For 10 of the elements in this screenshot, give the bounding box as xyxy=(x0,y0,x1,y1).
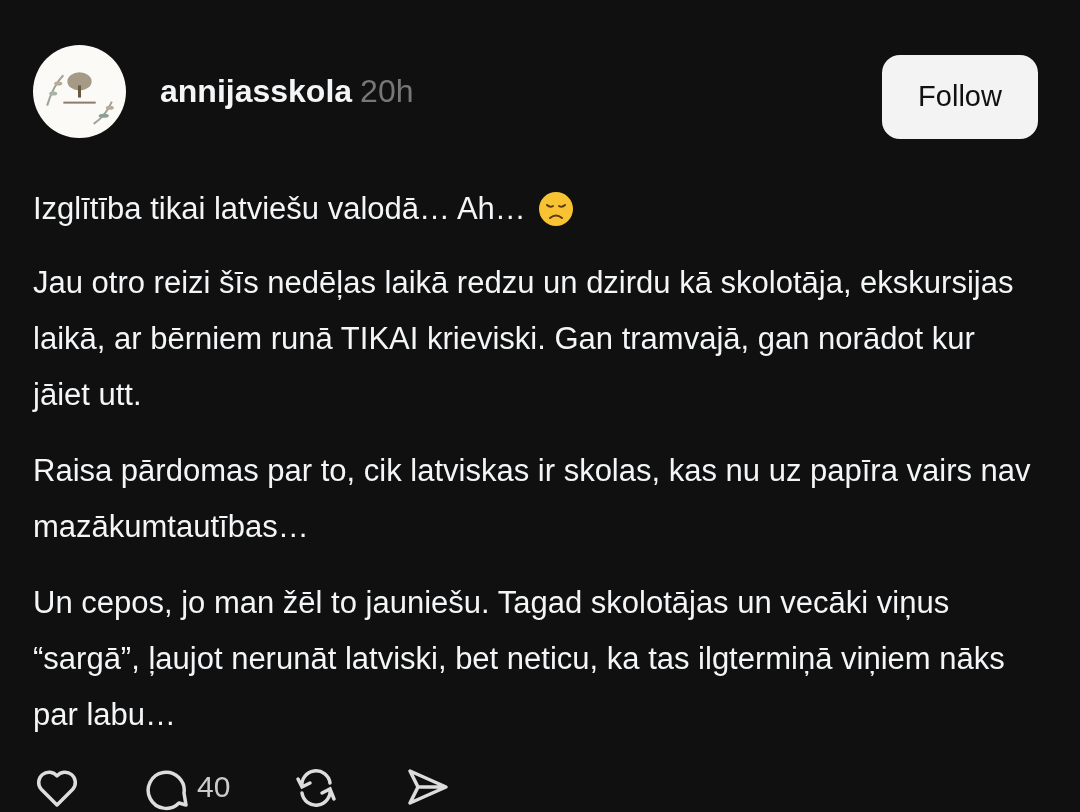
avatar-logo[interactable] xyxy=(33,45,126,138)
post-text: Raisa pārdomas par to, cik latviskas ir skolas, kas nu uz papīra vairs nav mazākumtautības… xyxy=(33,452,1032,546)
post-text: Un cepos, jo man žēl to jauniešu. Tagad skolotājas un vecāki viņus “sargā”, ļaujot nerunāt latviski, bet neticu, ka tas ilgtermiņā viņiem nāks par labu… xyxy=(33,584,1006,734)
follow-button[interactable]: Follow xyxy=(882,54,1038,139)
post-text: Jau otro reizi šīs nedēļas laikā redzu un dzirdu kā skolotāja, ekskursijas laikā, ar bērniem runā TIKAI krieviski. Gan tramvajā, gan norādot kur jāiet utt. xyxy=(33,264,1015,414)
reply-count: 40 xyxy=(197,770,231,804)
username[interactable]: annijasskola xyxy=(160,73,353,110)
sad-face-emoji-icon xyxy=(537,191,574,227)
post-text: Izglītība tikai latviešu valodā… Ah… xyxy=(33,190,526,228)
post-time: 20h xyxy=(360,72,414,110)
